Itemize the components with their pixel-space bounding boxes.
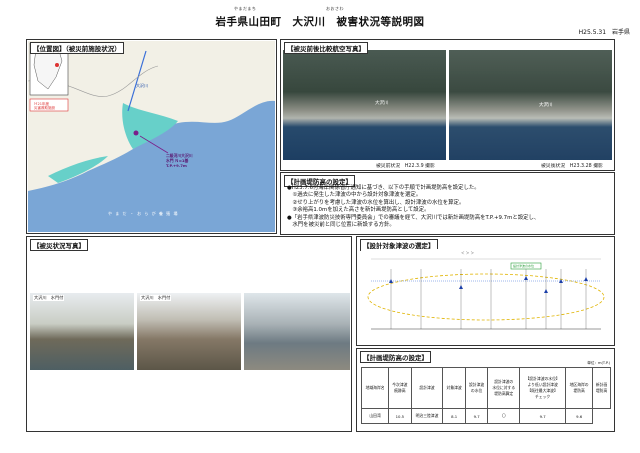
aerial-photo-after[interactable]: 大沢川 bbox=[449, 50, 612, 160]
planning-text: ●H23.7.6付海岸関係省庁通知に基づき、以下の手順で計画堤防高を設定した。 … bbox=[287, 185, 612, 229]
damage-photo-3[interactable] bbox=[244, 293, 350, 370]
chart-marker bbox=[459, 285, 463, 289]
gate-marker bbox=[133, 130, 139, 136]
table-header-row: 地域海岸名 今次津波 痕跡高 設計津波 対象津波 設計津波 の水位 設計津波の … bbox=[360, 367, 611, 409]
section-title-aerial: 【被災前後比較航空写真】 bbox=[284, 42, 368, 54]
inset-location-dot bbox=[55, 63, 59, 67]
damage-photos-panel: 【被災状況写真】 大沢川 水門付 大沢川 水門付 bbox=[26, 236, 352, 432]
table-row: 山田湾 10.5 明治三陸津波 8.1 9.7 〇 9.7 9.6 bbox=[360, 408, 611, 424]
table-header-cell: 地域海岸名 bbox=[360, 367, 390, 409]
planning-panel: 【計画堤防高の設定】 ●H23.7.6付海岸関係省庁通知に基づき、以下の手順で計… bbox=[280, 172, 615, 235]
table-cell: 9.6 bbox=[565, 408, 594, 424]
table-cell: 8.1 bbox=[442, 408, 466, 424]
height-table: 地域海岸名 今次津波 痕跡高 設計津波 対象津波 設計津波 の水位 設計津波の … bbox=[360, 367, 611, 424]
table-header-cell: 設計津波の 水位に対する 堤防高算定 bbox=[487, 367, 521, 409]
table-cell: 10.5 bbox=[388, 408, 412, 424]
table-header-cell: 今次津波 痕跡高 bbox=[388, 367, 412, 409]
aerial-before-caption: 被災前状況 H22.3.9 撮影 bbox=[376, 164, 435, 169]
chart-marker bbox=[584, 277, 588, 281]
section-title-location: 【位置図】（被災前施設状況） bbox=[30, 42, 124, 54]
planning-line: 水門を被災前と同じ位置に新設する方針。 bbox=[287, 222, 395, 229]
design-chart-legend: 設計津波の水位 bbox=[513, 264, 535, 268]
chart-marker bbox=[524, 276, 528, 280]
table-cell: 明治三陸津波 bbox=[410, 408, 444, 424]
ruby-yamada: やまだまち bbox=[234, 6, 257, 11]
table-header-cell: 対象津波 bbox=[442, 367, 466, 409]
table-cell: 9.7 bbox=[519, 408, 567, 424]
damage-photo-2-label: 大沢川 水門付 bbox=[140, 295, 172, 301]
table-header-cell: 新計画 堤防高 bbox=[592, 367, 611, 409]
design-chart[interactable]: ＜ ＞ ＞ 設計津波の水位 bbox=[361, 249, 611, 343]
section-title-height: 【計画堤防高の設定】 bbox=[360, 351, 431, 363]
damage-photo-1[interactable]: 大沢川 水門付 bbox=[30, 293, 134, 370]
height-table-panel: 【計画堤防高の設定】 単位：m(T.P.) 地域海岸名 今次津波 痕跡高 設計津… bbox=[356, 348, 615, 432]
planning-line: ③余裕高1.0mを加えた高さを新計画堤防高として設定。 bbox=[287, 207, 430, 214]
design-chart-top-label: ＜ ＞ ＞ bbox=[461, 251, 475, 255]
chart-marker bbox=[544, 289, 548, 293]
issue-date-value: H25.5.31 bbox=[578, 29, 607, 36]
aerial-after-caption: 被災後状況 H23.3.28 撮影 bbox=[541, 164, 603, 169]
issue-date: H25.5.31 岩手県 bbox=[579, 27, 630, 36]
planning-line: ①過去に発生した津波の中から設計対象津波を選定。 bbox=[287, 192, 422, 199]
issuing-org: 岩手県 bbox=[611, 29, 630, 36]
table-header-cell: 地区海岸の 堤防高 bbox=[565, 367, 594, 409]
legend-red: 災害救助施設 bbox=[34, 106, 55, 110]
table-header-cell: 【設計津波の水位】 より低い設計津波 【既往最大津波】 チェック bbox=[519, 367, 567, 409]
design-chart-svg bbox=[367, 258, 605, 330]
ruby-osawa: おおさわ bbox=[326, 6, 344, 11]
table-header-cell: 設計津波 の水位 bbox=[464, 367, 489, 409]
page-title-text: 岩手県山田町 大沢川 被害状況等説明図 bbox=[215, 16, 425, 28]
table-unit: 単位：m(T.P.) bbox=[587, 361, 610, 365]
planning-line: ●「岩手県津波防災技術専門委員会」での審議を経て、大沢川では新計画堤防高をT.P… bbox=[287, 214, 540, 221]
aerial-panel: 大沢川 大沢川 被災前状況 H22.3.9 撮影 被災後状況 H23.3.28 … bbox=[280, 39, 615, 171]
section-title-damage: 【被災状況写真】 bbox=[30, 239, 88, 251]
bay-label: や ま だ ・ お ら が 養 殖 場 bbox=[108, 211, 179, 216]
damage-photo-2[interactable]: 大沢川 水門付 bbox=[137, 293, 241, 370]
map-svg bbox=[28, 41, 275, 232]
river-label: 大沢川 bbox=[136, 83, 148, 88]
table-cell: 山田湾 bbox=[360, 408, 390, 424]
location-map-panel: Ｈ21年度 災害救助施設 二級河川大沢川 水門 Ｎ=1基 T.P.+9.7m 大… bbox=[26, 39, 277, 234]
location-map[interactable]: Ｈ21年度 災害救助施設 二級河川大沢川 水門 Ｎ=1基 T.P.+9.7m 大… bbox=[28, 41, 275, 232]
design-tsunami-panel: 【設計対象津波の選定】 ＜ ＞ ＞ 設計津波の水位 bbox=[356, 236, 615, 346]
aerial-photo-before[interactable]: 大沢川 bbox=[283, 50, 446, 160]
aerial-after-label: 大沢川 bbox=[539, 103, 553, 108]
table-header-cell: 設計津波 bbox=[410, 367, 444, 409]
table-cell: 〇 bbox=[487, 408, 521, 424]
damage-photo-1-label: 大沢川 水門付 bbox=[33, 295, 65, 301]
aerial-before-label: 大沢川 bbox=[375, 101, 389, 106]
gate-label: 二級河川大沢川 水門 Ｎ=1基 T.P.+9.7m bbox=[166, 153, 193, 168]
legend-text: Ｈ21年度 災害救助施設 bbox=[34, 102, 55, 110]
page-title: 岩手県山田町 大沢川 被害状況等説明図 やまだまち おおさわ bbox=[0, 6, 640, 29]
table-cell: 9.7 bbox=[464, 408, 489, 424]
